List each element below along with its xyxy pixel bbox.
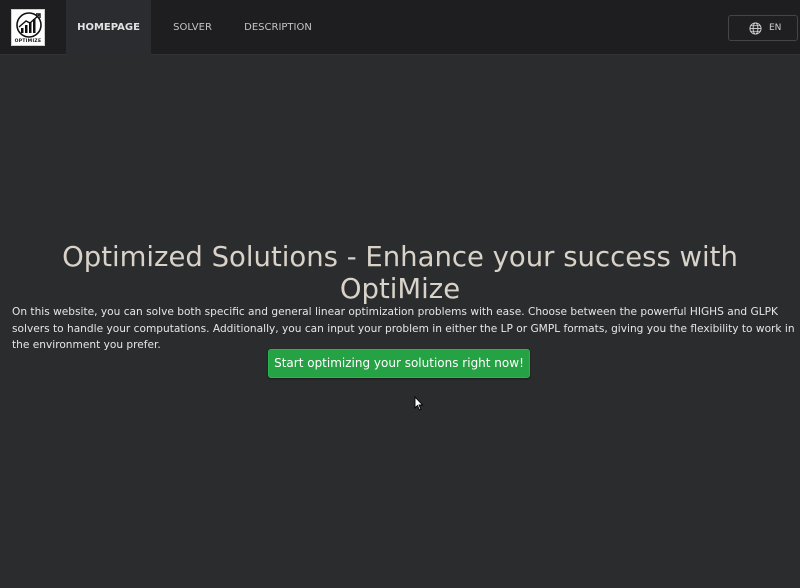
chart-logo-icon [16, 12, 42, 38]
optimize-logo[interactable]: OPTIMIZE [11, 9, 45, 46]
nav-description[interactable]: DESCRIPTION [240, 0, 316, 55]
mouse-cursor-icon [414, 396, 424, 411]
start-optimizing-button[interactable]: Start optimizing your solutions right no… [268, 349, 530, 378]
top-navbar: OPTIMIZE HOMEPAGE SOLVER DESCRIPTION EN [0, 0, 800, 55]
globe-icon [749, 22, 762, 35]
hero-description: On this website, you can solve both spec… [12, 306, 795, 351]
logo-text: OPTIMIZE [14, 39, 42, 44]
hero-title: Optimized Solutions - Enhance your succe… [62, 241, 738, 305]
language-label: EN [769, 23, 782, 33]
nav-homepage[interactable]: HOMEPAGE [66, 0, 151, 55]
nav-solver[interactable]: SOLVER [165, 0, 220, 55]
language-selector-button[interactable]: EN [728, 15, 798, 41]
